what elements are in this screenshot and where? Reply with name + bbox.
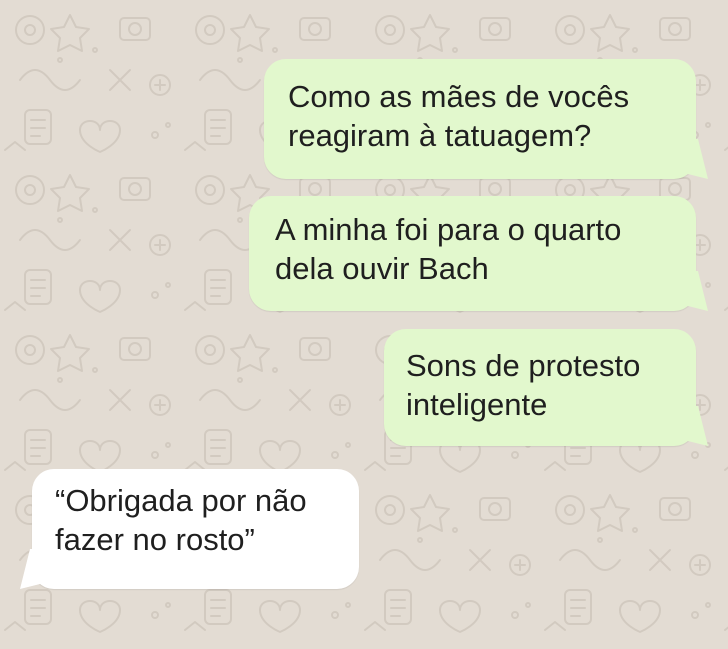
- message-text-line: A minha foi para o quarto: [275, 212, 622, 247]
- message-text-line: reagiram à tatuagem?: [288, 118, 592, 153]
- message-text-line: Sons de protesto: [406, 348, 641, 383]
- message-text-line: dela ouvir Bach: [275, 251, 489, 286]
- message-text-line: fazer no rosto”: [55, 522, 255, 557]
- outgoing-bubble-tail: [668, 406, 708, 446]
- message-text-line: Como as mães de vocês: [288, 79, 630, 114]
- incoming-bubble-tail: [20, 549, 60, 589]
- incoming-message[interactable]: “Obrigada por não fazer no rosto”: [32, 469, 359, 589]
- outgoing-bubble-tail: [668, 139, 708, 179]
- outgoing-bubble-tail: [668, 271, 708, 311]
- outgoing-message[interactable]: Sons de protesto inteligente: [384, 329, 696, 446]
- message-text-line: inteligente: [406, 387, 548, 422]
- outgoing-message[interactable]: A minha foi para o quarto dela ouvir Bac…: [249, 196, 696, 311]
- message-text-line: “Obrigada por não: [55, 483, 307, 518]
- outgoing-message[interactable]: Como as mães de vocês reagiram à tatuage…: [264, 59, 696, 179]
